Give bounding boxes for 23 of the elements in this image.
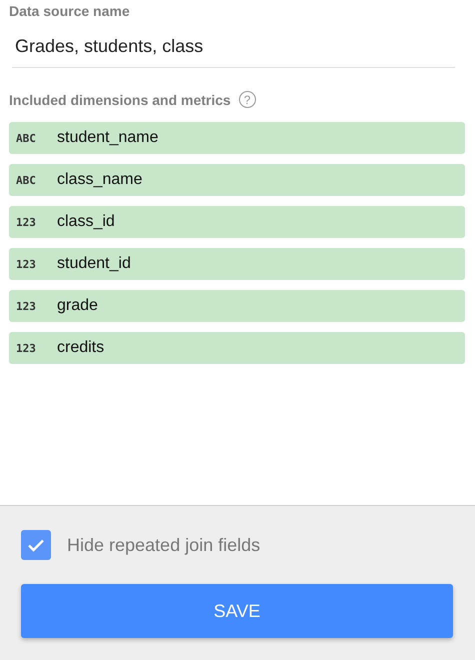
field-chip[interactable]: 123 grade <box>9 290 465 322</box>
field-chip[interactable]: 123 credits <box>9 332 465 364</box>
type-label: 123 <box>15 342 37 354</box>
field-chip[interactable]: 123 student_id <box>9 248 465 280</box>
field-name: grade <box>57 297 98 315</box>
name-input[interactable]: Grades, students, class <box>12 32 455 68</box>
type-label: 123 <box>15 300 37 312</box>
section-heading: Included dimensions and metrics <box>9 92 231 108</box>
field-name: student_name <box>57 129 158 147</box>
field-name: student_id <box>57 255 131 273</box>
type-label: ABC <box>15 132 37 144</box>
checkbox-label: Hide repeated join fields <box>67 534 260 556</box>
type-label: 123 <box>15 216 37 228</box>
type-label: 123 <box>15 258 37 270</box>
checkbox[interactable] <box>21 530 51 560</box>
field-name: credits <box>57 339 104 357</box>
field-chip[interactable]: ABC student_name <box>9 122 465 154</box>
type-label: ABC <box>15 174 37 186</box>
field-chip[interactable]: 123 class_id <box>9 206 465 238</box>
field-name: class_id <box>57 213 115 231</box>
field-label: Data source name <box>9 3 131 19</box>
field-name: class_name <box>57 171 142 189</box>
field-chip[interactable]: ABC class_name <box>9 164 465 196</box>
